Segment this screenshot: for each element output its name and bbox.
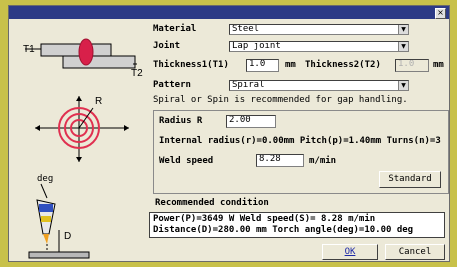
pattern-value: Spiral xyxy=(232,80,265,90)
thickness1-label: Thickness1(T1) xyxy=(153,60,229,70)
standard-button[interactable]: Standard xyxy=(379,171,441,188)
recommended-condition-box: Power(P)=3649 W Weld speed(S)= 8.28 m/mi… xyxy=(149,212,445,238)
joint-dropdown[interactable]: Lap joint ▼ xyxy=(229,41,409,52)
lap-joint-illustration xyxy=(25,38,137,69)
chevron-down-icon[interactable]: ▼ xyxy=(398,81,408,90)
weld-speed-input[interactable]: 8.28 xyxy=(256,154,304,167)
joint-value: Lap joint xyxy=(232,41,281,51)
d-label: D xyxy=(64,231,72,242)
chevron-down-icon[interactable]: ▼ xyxy=(398,42,408,51)
thickness2-input: 1.0 xyxy=(395,59,429,72)
chevron-down-icon[interactable]: ▼ xyxy=(398,25,408,34)
ok-button[interactable]: OK xyxy=(322,244,378,260)
recommended-label: Recommended condition xyxy=(155,198,269,208)
pattern-label: Pattern xyxy=(153,80,191,90)
radius-info: Internal radius(r)=0.00mm Pitch(p)=1.40m… xyxy=(159,136,441,146)
material-label: Material xyxy=(153,24,197,34)
deg-label: deg xyxy=(37,174,54,184)
cancel-button[interactable]: Cancel xyxy=(385,244,445,260)
thickness1-input[interactable]: 1.0 xyxy=(246,59,279,72)
result-line-2: Distance(D)=280.00 mm Torch angle(deg)=1… xyxy=(153,225,414,235)
thickness2-unit: mm xyxy=(433,60,444,70)
weld-speed-unit: m/min xyxy=(309,156,337,166)
thickness1-unit: mm xyxy=(285,60,296,70)
t2-label: T2 xyxy=(131,68,143,79)
torch-illustration xyxy=(28,183,90,259)
t1-label: T1 xyxy=(23,44,35,55)
workpiece xyxy=(28,251,90,259)
material-dropdown[interactable]: Steel ▼ xyxy=(229,24,409,35)
close-button[interactable]: × xyxy=(435,8,446,19)
result-line-1: Power(P)=3649 W Weld speed(S)= 8.28 m/mi… xyxy=(153,214,376,224)
weld-bead xyxy=(78,38,94,66)
joint-label: Joint xyxy=(153,41,181,51)
pattern-dropdown[interactable]: Spiral ▼ xyxy=(229,80,409,91)
title-bar: × xyxy=(9,6,449,19)
upper-plate xyxy=(40,43,112,57)
radius-label: Radius R xyxy=(159,116,203,126)
dialog-window: × T1 T2 R deg D Material Steel ▼ Joint L… xyxy=(8,5,450,262)
pattern-hint: Spiral or Spin is recommended for gap ha… xyxy=(153,95,408,105)
spiral-pattern-illustration xyxy=(35,96,129,162)
r-label: R xyxy=(95,96,103,107)
thickness2-label: Thickness2(T2) xyxy=(305,60,381,70)
weld-speed-label: Weld speed xyxy=(159,156,214,166)
lower-plate xyxy=(62,55,136,69)
material-value: Steel xyxy=(232,24,260,34)
radius-input[interactable]: 2.00 xyxy=(226,115,276,128)
